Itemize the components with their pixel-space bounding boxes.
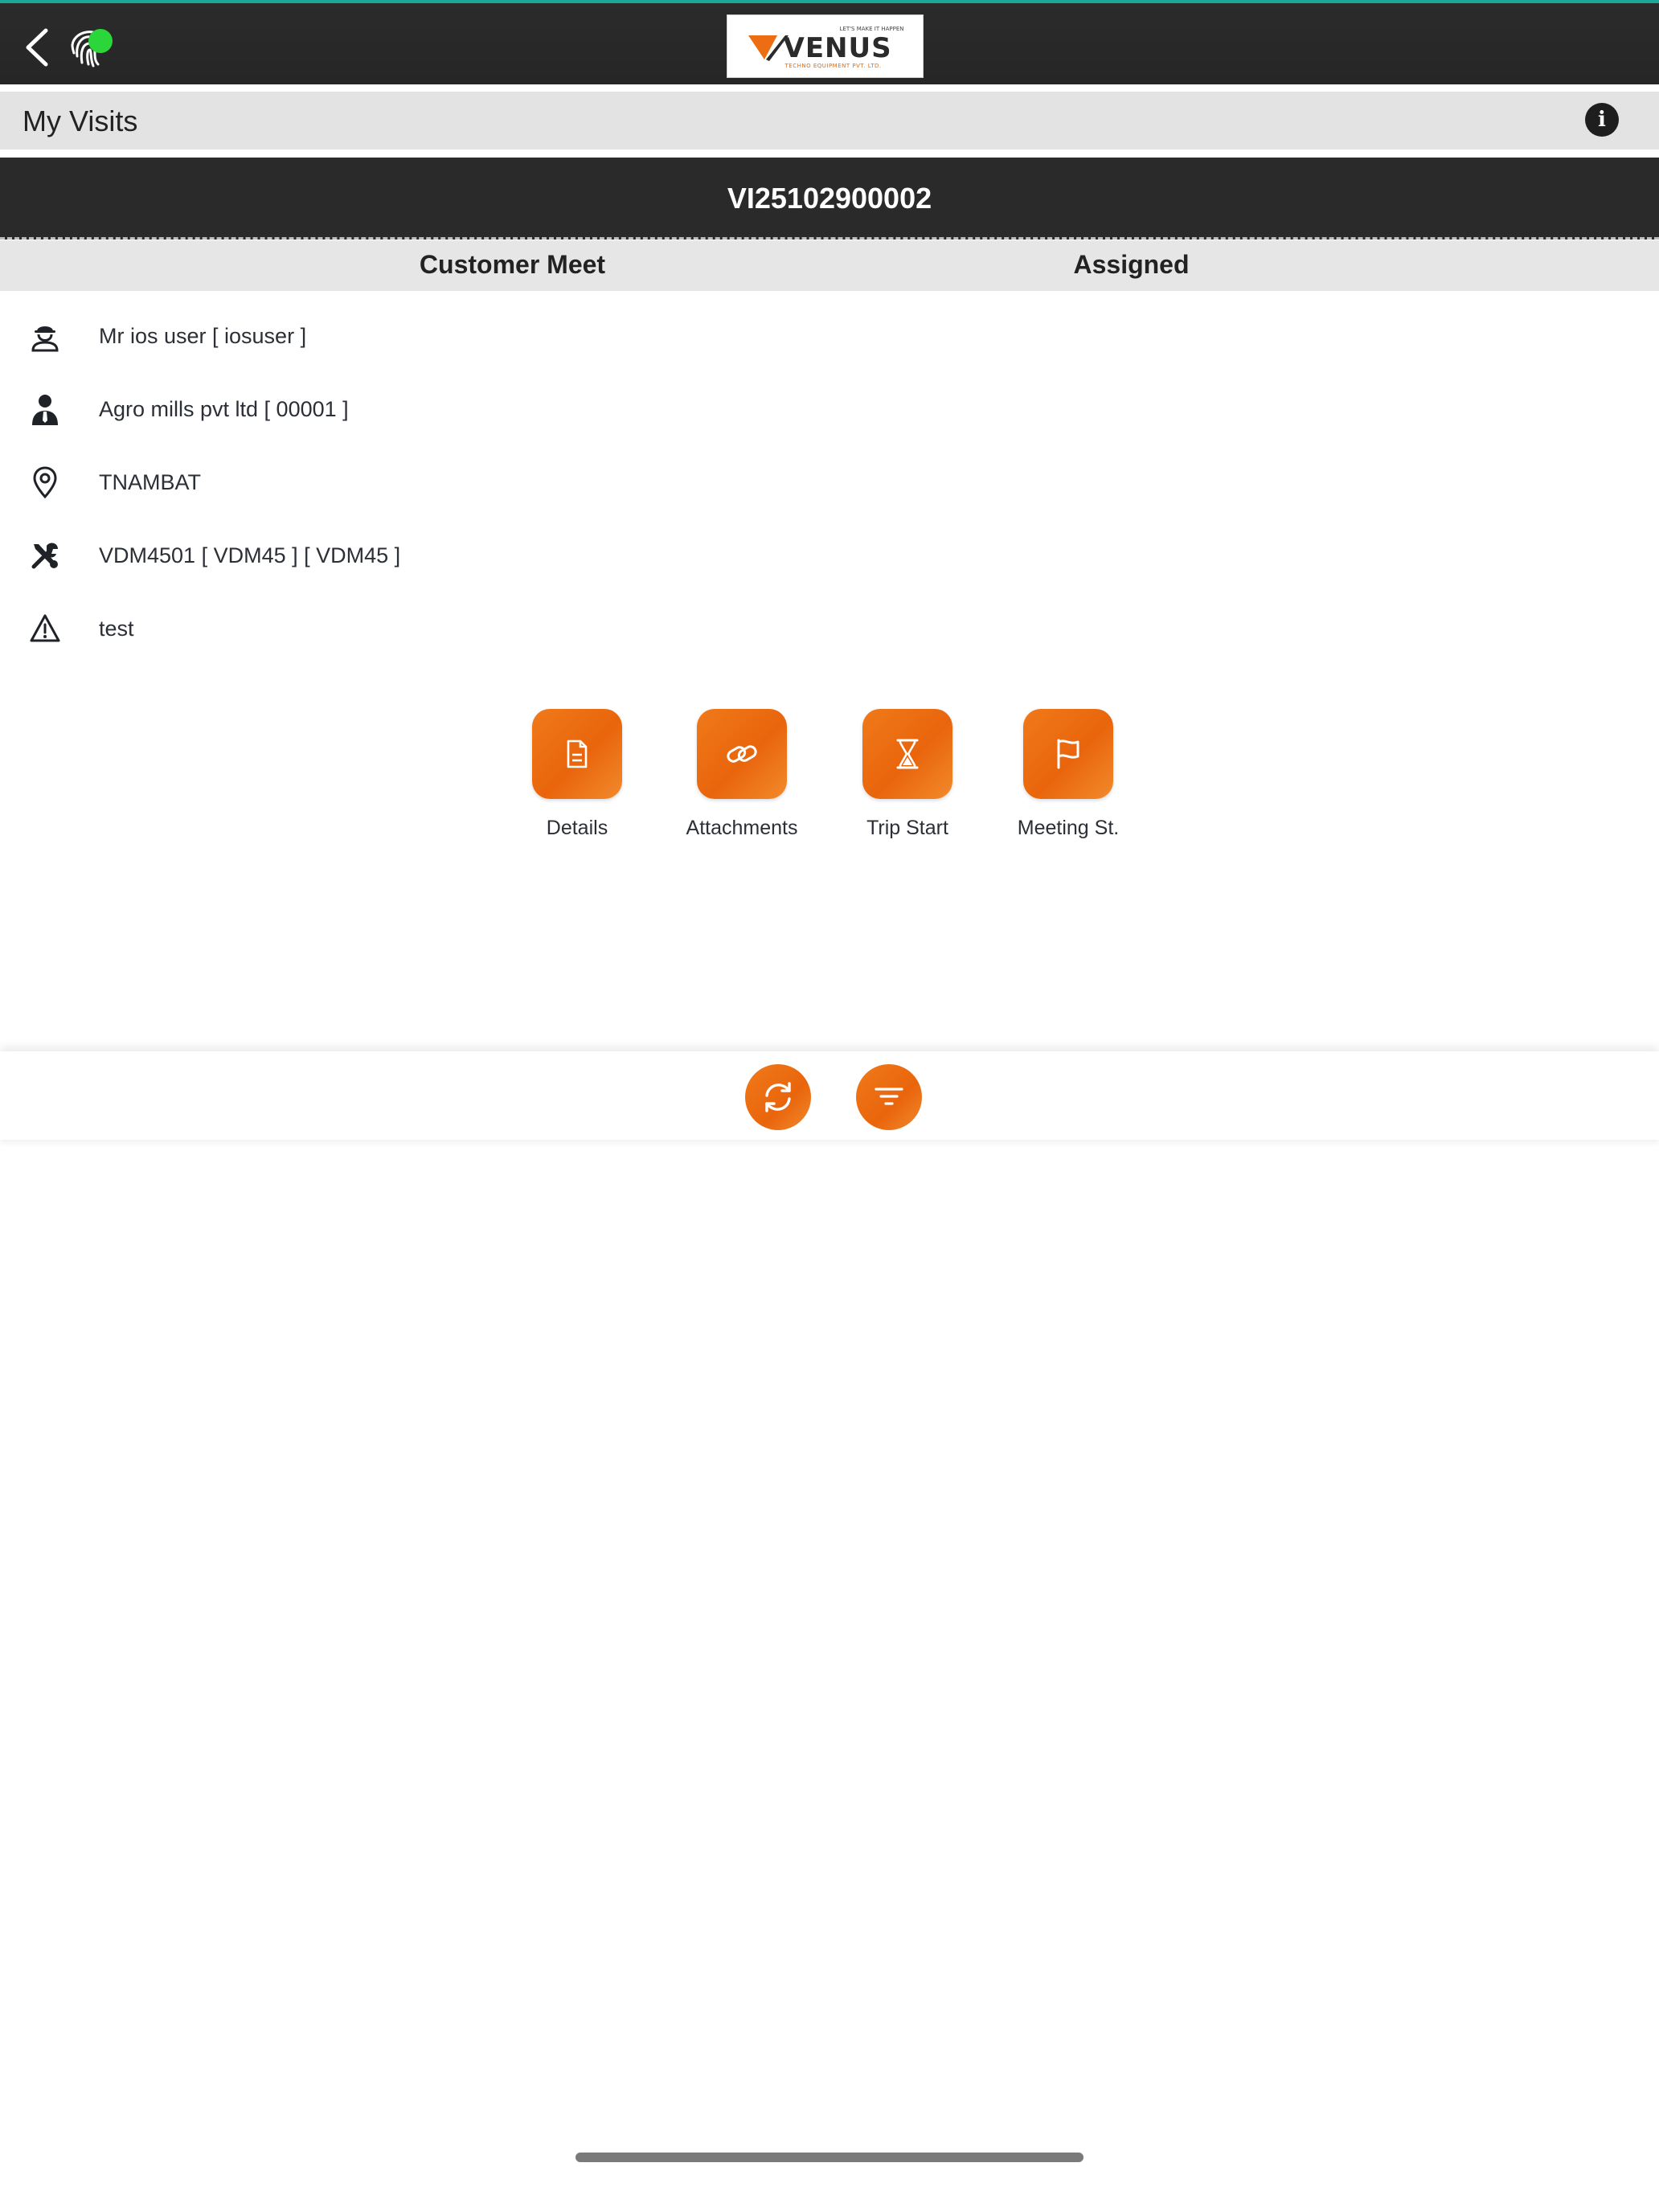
attachments-action[interactable]: Attachments [662, 709, 822, 846]
customer-icon [27, 391, 63, 427]
warning-icon [27, 611, 63, 646]
back-button[interactable] [14, 21, 59, 74]
visit-type: Customer Meet [419, 250, 606, 279]
meeting-start-action[interactable]: Meeting St. [988, 709, 1149, 846]
details-button[interactable] [532, 709, 622, 799]
machine-info: VDM4501 [ VDM45 ] [ VDM45 ] [99, 543, 401, 567]
issue-description: test [99, 616, 134, 641]
status-indicator-dot [88, 29, 113, 53]
detail-row-customer: Agro mills pvt ltd [ 00001 ] [0, 385, 723, 433]
location-code: TNAMBAT [99, 469, 201, 494]
meeting-start-button[interactable] [1023, 709, 1113, 799]
visit-meta-bar: Customer Meet Assigned [0, 240, 1659, 291]
location-pin-icon [27, 465, 63, 500]
logo-subtitle: TECHNO EQUIPMENT PVT. LTD. [784, 62, 882, 69]
visit-header: VI25102900002 [0, 158, 1659, 240]
detail-row-issue: test [0, 604, 723, 653]
chevron-left-icon [26, 28, 48, 67]
detail-row-machine: VDM4501 [ VDM45 ] [ VDM45 ] [0, 531, 723, 580]
trip-start-action[interactable]: Trip Start [827, 709, 988, 846]
engineer-name: Mr ios user [ iosuser ] [99, 323, 307, 348]
refresh-button[interactable] [745, 1064, 811, 1130]
detail-row-location: TNAMBAT [0, 458, 723, 506]
bottom-toolbar [0, 1051, 1659, 1140]
logo-tagline: LET'S MAKE IT HAPPEN [839, 25, 904, 32]
trip-start-button[interactable] [862, 709, 952, 799]
document-icon [567, 739, 588, 768]
link-icon [727, 745, 757, 763]
filter-button[interactable] [856, 1064, 922, 1130]
visit-id: VI25102900002 [727, 182, 932, 215]
attachments-label: Attachments [686, 817, 798, 839]
attachments-button[interactable] [697, 709, 787, 799]
company-logo: LET'S MAKE IT HAPPEN VENUS TECHNO EQUIPM… [727, 14, 924, 78]
meeting-start-label: Meeting St. [1017, 817, 1120, 839]
flag-icon [1057, 739, 1079, 769]
logo-mark-icon [748, 35, 789, 61]
hourglass-icon [896, 739, 919, 769]
trip-start-label: Trip Start [866, 817, 948, 839]
filter-icon [875, 1088, 903, 1105]
page-title-bar: My Visits [0, 92, 1659, 150]
customer-name: Agro mills pvt ltd [ 00001 ] [99, 396, 349, 421]
top-app-bar: LET'S MAKE IT HAPPEN VENUS TECHNO EQUIPM… [0, 0, 1659, 84]
detail-row-engineer: Mr ios user [ iosuser ] [0, 312, 723, 360]
details-label: Details [546, 817, 608, 839]
logo-wordmark: VENUS [783, 31, 892, 64]
info-icon: i [1598, 108, 1606, 132]
info-button[interactable]: i [1585, 103, 1619, 137]
tools-icon [27, 538, 63, 573]
visit-status: Assigned [1073, 250, 1190, 279]
details-action[interactable]: Details [497, 709, 657, 846]
refresh-icon [765, 1082, 791, 1112]
page-title: My Visits [23, 104, 138, 137]
home-indicator[interactable] [576, 2153, 1083, 2162]
engineer-icon [27, 318, 63, 354]
